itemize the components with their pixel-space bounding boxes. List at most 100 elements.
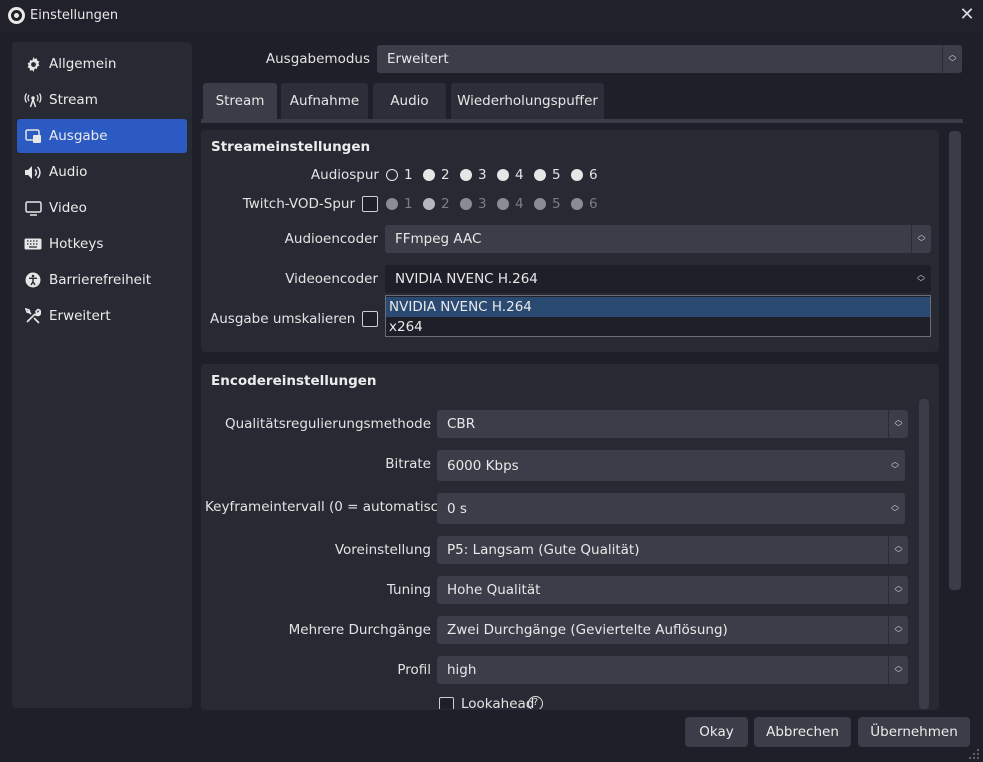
dropdown-option-x264[interactable]: x264: [386, 317, 930, 337]
output-mode-value: Erweitert: [387, 51, 449, 67]
inner-scrollbar[interactable]: [919, 399, 929, 709]
obs-logo-icon: [8, 7, 25, 24]
chevron-updown-icon: ︿ ﹀: [888, 410, 908, 438]
rate-control-value: CBR: [447, 416, 476, 432]
accessibility-icon: [23, 272, 43, 288]
profile-select[interactable]: high ︿ ﹀: [437, 656, 908, 684]
preset-select[interactable]: P5: Langsam (Gute Qualität) ︿ ﹀: [437, 536, 908, 564]
rescale-label: Ausgabe umskalieren: [210, 311, 356, 327]
multipass-select[interactable]: Zwei Durchgänge (Geviertelte Auflösung) …: [437, 616, 908, 644]
chevron-updown-icon: ︿ ﹀: [888, 536, 908, 564]
twitch-track-radio-3[interactable]: [460, 198, 472, 210]
twitch-track-radio-5[interactable]: [534, 198, 546, 210]
tab-underline: [201, 119, 963, 123]
audio-track-radio-6[interactable]: [571, 169, 583, 181]
output-icon: [23, 128, 43, 144]
sidebar-item-hotkeys[interactable]: Hotkeys: [17, 227, 187, 261]
twitch-vod-checkbox[interactable]: [362, 196, 378, 212]
lookahead-checkbox[interactable]: [439, 697, 454, 709]
sidebar-item-ausgabe[interactable]: Ausgabe: [17, 119, 187, 153]
tuning-select[interactable]: Hohe Qualität ︿ ﹀: [437, 576, 908, 604]
okay-button[interactable]: Okay: [685, 717, 748, 747]
twitch-track-radio-6[interactable]: [571, 198, 583, 210]
bitrate-spinbox[interactable]: 6000 Kbps ︿ ﹀: [437, 450, 905, 481]
twitch-track-radio-1[interactable]: [386, 198, 398, 210]
sidebar-item-label: Audio: [49, 164, 88, 180]
output-mode-label: Ausgabemodus: [265, 51, 370, 67]
twitch-track-radio-4[interactable]: [497, 198, 509, 210]
videoencoder-dropdown-list: NVIDIA NVENC H.264 x264: [385, 295, 931, 337]
twitch-track-radio-2[interactable]: [423, 198, 435, 210]
antenna-icon: [23, 92, 43, 108]
twitch-vod-label: Twitch-VOD-Spur: [242, 196, 355, 212]
audio-track-num: 5: [552, 167, 561, 183]
rate-control-select[interactable]: CBR ︿ ﹀: [437, 410, 908, 438]
monitor-icon: [23, 200, 43, 216]
sidebar-item-label: Erweitert: [49, 308, 111, 324]
audio-track-radio-3[interactable]: [460, 169, 472, 181]
sidebar: Allgemein Stream Ausgabe Audio Video Hot…: [12, 42, 192, 708]
audiospur-label: Audiospur: [310, 167, 379, 183]
lookahead-row: Lookahead ?: [437, 696, 917, 709]
twitch-track-num: 4: [515, 196, 524, 212]
preset-value: P5: Langsam (Gute Qualität): [447, 542, 640, 558]
profile-label: Profil: [397, 662, 431, 678]
sidebar-item-label: Video: [49, 200, 87, 216]
audio-track-radio-2[interactable]: [423, 169, 435, 181]
audio-track-radio-5[interactable]: [534, 169, 546, 181]
multipass-value: Zwei Durchgänge (Geviertelte Auflösung): [447, 622, 728, 638]
title-bar: [0, 0, 983, 32]
close-icon[interactable]: ✕: [957, 5, 977, 25]
chevron-updown-icon: ︿ ﹀: [888, 656, 908, 684]
stream-settings-title: Streameinstellungen: [211, 139, 371, 155]
tab-stream[interactable]: Stream: [203, 83, 277, 119]
twitch-track-num: 2: [441, 196, 450, 212]
sidebar-item-label: Barrierefreiheit: [49, 272, 151, 288]
rescale-checkbox[interactable]: [362, 311, 378, 327]
chevron-updown-icon: ︿ ﹀: [942, 45, 962, 73]
rate-control-label: Qualitätsregulierungsmethode: [224, 416, 431, 432]
multipass-label: Mehrere Durchgänge: [288, 622, 431, 638]
audioencoder-select[interactable]: FFmpeg AAC ︿ ﹀: [385, 225, 931, 253]
keyframe-value: 0 s: [447, 501, 467, 517]
twitch-track-num: 6: [589, 196, 598, 212]
twitch-track-num: 1: [404, 196, 413, 212]
sidebar-item-stream[interactable]: Stream: [17, 83, 187, 117]
apply-button[interactable]: Übernehmen: [858, 717, 970, 747]
sidebar-item-erweitert[interactable]: Erweitert: [17, 299, 187, 333]
sidebar-item-label: Allgemein: [49, 56, 117, 72]
cancel-button[interactable]: Abbrechen: [754, 717, 851, 747]
chevron-updown-icon: ︿ ﹀: [888, 576, 908, 604]
tab-wiederholungspuffer[interactable]: Wiederholungspuffer: [451, 83, 604, 119]
audio-track-radio-4[interactable]: [497, 169, 509, 181]
bitrate-label: Bitrate: [385, 456, 431, 472]
audio-track-num: 6: [589, 167, 598, 183]
tab-aufnahme[interactable]: Aufnahme: [281, 83, 368, 119]
audioencoder-value: FFmpeg AAC: [395, 231, 482, 247]
help-icon[interactable]: ?: [528, 696, 543, 709]
spin-arrows-icon[interactable]: ︿ ﹀: [885, 450, 905, 481]
dropdown-option-nvenc[interactable]: NVIDIA NVENC H.264: [386, 297, 930, 317]
videoencoder-select[interactable]: NVIDIA NVENC H.264 ︿ ﹀: [385, 265, 931, 293]
twitch-track-num: 5: [552, 196, 561, 212]
sidebar-item-barrierefreiheit[interactable]: Barrierefreiheit: [17, 263, 187, 297]
sidebar-item-video[interactable]: Video: [17, 191, 187, 225]
keyframe-label: Keyframeintervall (0 = automatisch): [205, 499, 452, 515]
encoder-settings-title: Encodereinstellungen: [211, 373, 377, 389]
sidebar-item-label: Ausgabe: [49, 128, 108, 144]
audioencoder-label: Audioencoder: [284, 231, 378, 247]
lookahead-label: Lookahead: [461, 696, 535, 709]
output-mode-select[interactable]: Erweitert ︿ ﹀: [377, 45, 962, 73]
keyframe-spinbox[interactable]: 0 s ︿ ﹀: [437, 493, 905, 524]
audio-track-radio-1[interactable]: [386, 169, 398, 181]
preset-label: Voreinstellung: [334, 542, 431, 558]
outer-scrollbar[interactable]: [949, 131, 961, 590]
videoencoder-value: NVIDIA NVENC H.264: [395, 271, 538, 287]
sidebar-item-audio[interactable]: Audio: [17, 155, 187, 189]
resize-grip-icon[interactable]: [968, 748, 980, 760]
audio-track-num: 3: [478, 167, 487, 183]
keyboard-icon: [23, 238, 43, 250]
spin-arrows-icon[interactable]: ︿ ﹀: [885, 493, 905, 524]
sidebar-item-allgemein[interactable]: Allgemein: [17, 47, 187, 81]
tab-audio[interactable]: Audio: [373, 83, 446, 119]
